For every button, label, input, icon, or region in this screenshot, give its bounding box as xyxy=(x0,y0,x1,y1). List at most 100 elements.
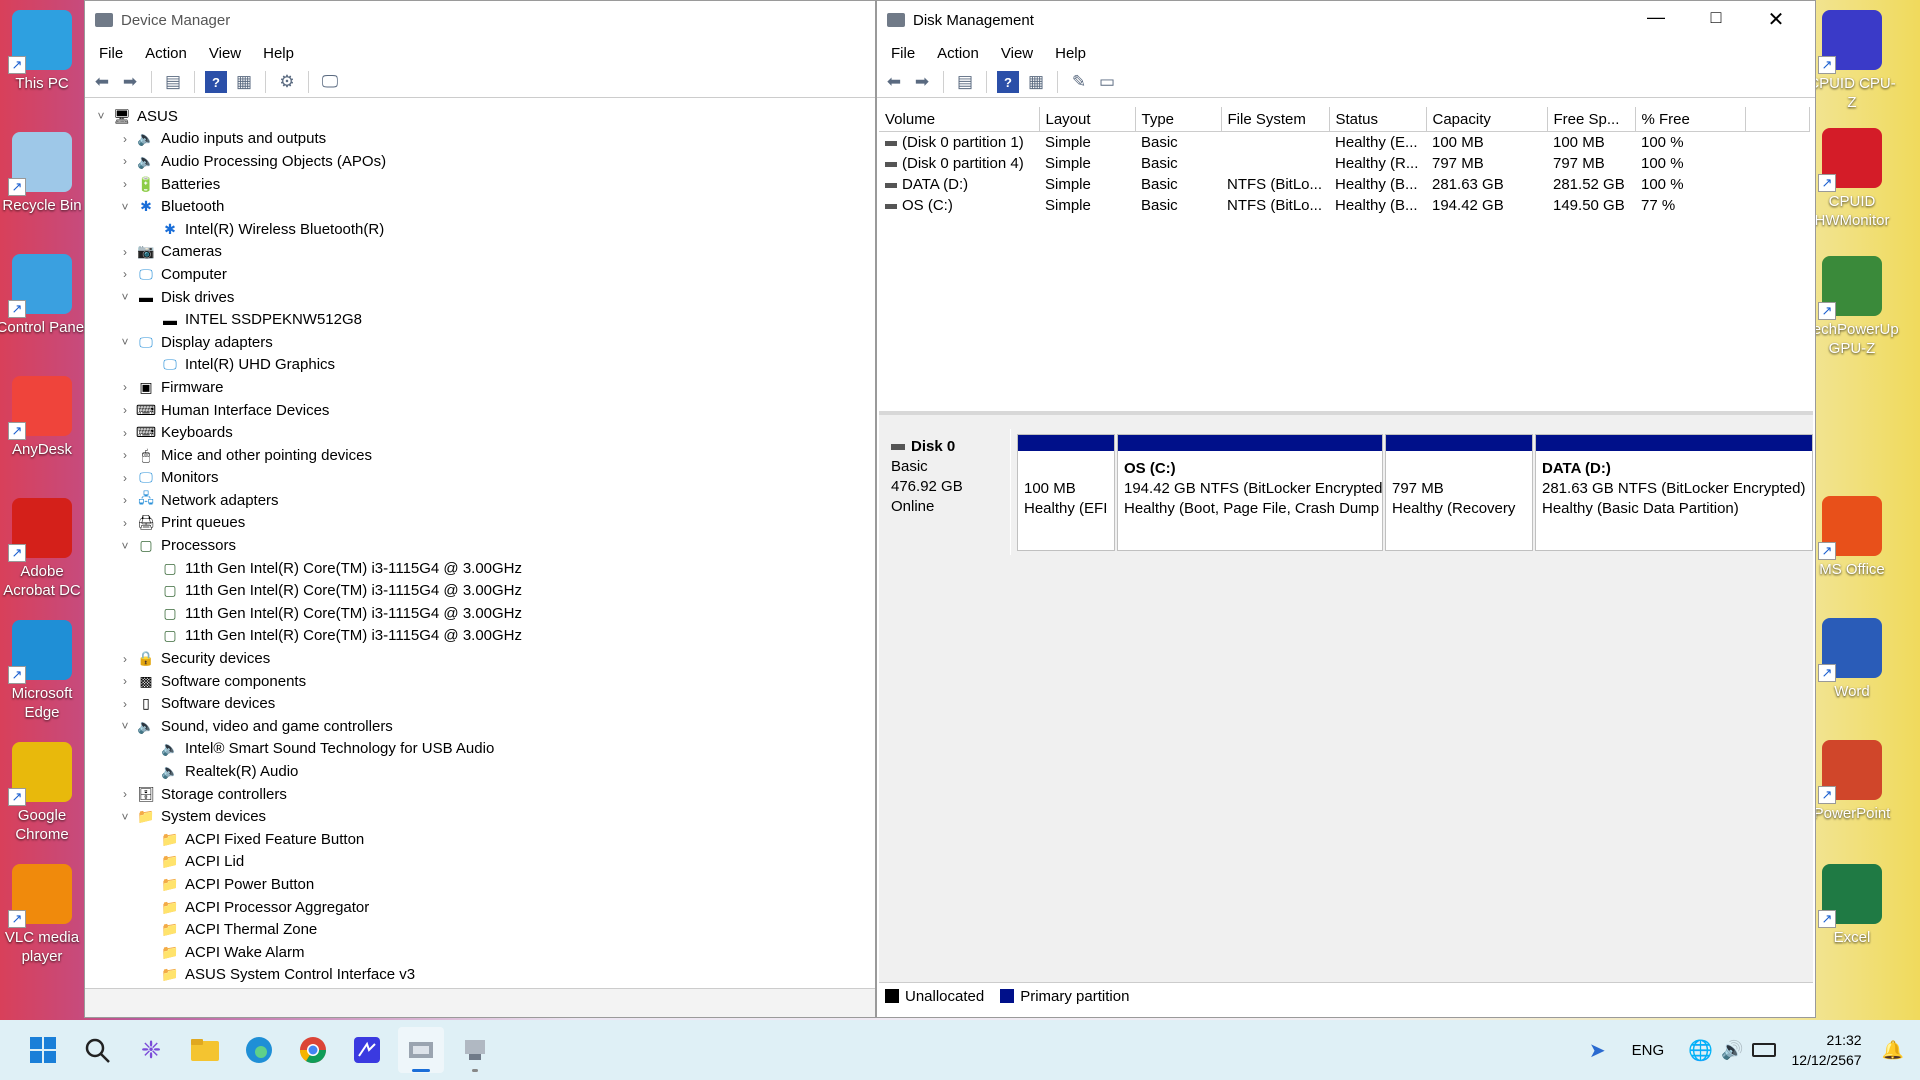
disk-management-titlebar[interactable]: Disk Management — □ ✕ xyxy=(877,1,1815,39)
partition-block[interactable]: OS (C:) 194.42 GB NTFS (BitLocker Encrypt… xyxy=(1117,434,1383,551)
search-icon[interactable] xyxy=(74,1027,120,1073)
desktop-icon[interactable]: ↗ VLC media player xyxy=(0,864,90,966)
desktop-icon[interactable]: ↗ This PC xyxy=(0,10,90,93)
volume-row[interactable]: (Disk 0 partition 1) Simple Basic Healthy (… xyxy=(879,132,1809,154)
chevron-right-icon[interactable]: › xyxy=(117,652,133,666)
chevron-right-icon[interactable]: › xyxy=(117,471,133,485)
back-arrow-icon[interactable]: ⬅ xyxy=(91,71,113,93)
tree-node[interactable]: ˅ ✱ Bluetooth xyxy=(93,195,869,218)
tree-node[interactable]: 📁 ACPI Lid xyxy=(93,851,869,874)
column-header[interactable]: Status xyxy=(1329,107,1427,132)
options-icon[interactable]: ▭ xyxy=(1096,71,1118,93)
tree-node[interactable]: › ⌨ Human Interface Devices xyxy=(93,399,869,422)
device-manager-titlebar[interactable]: Device Manager xyxy=(85,1,875,39)
close-button[interactable]: ✕ xyxy=(1753,7,1799,32)
tree-node[interactable]: ✱ Intel(R) Wireless Bluetooth(R) xyxy=(93,218,869,241)
menu-action[interactable]: Action xyxy=(135,45,199,62)
tree-node[interactable]: › ⌨ Keyboards xyxy=(93,421,869,444)
file-explorer-icon[interactable] xyxy=(182,1027,228,1073)
column-header[interactable]: Layout xyxy=(1039,107,1136,132)
menu-view[interactable]: View xyxy=(199,45,253,62)
desktop-icon[interactable]: ↗ Excel xyxy=(1804,864,1900,947)
chevron-down-icon[interactable]: ˅ xyxy=(117,539,133,553)
minimize-button[interactable]: — xyxy=(1633,7,1679,28)
forward-arrow-icon[interactable]: ➡ xyxy=(119,71,141,93)
chrome-icon[interactable] xyxy=(290,1027,336,1073)
desktop-icon[interactable]: ↗ Adobe Acrobat DC xyxy=(0,498,90,600)
tree-node[interactable]: › 🗄 Storage controllers xyxy=(93,783,869,806)
desktop-icon[interactable]: ↗ Word xyxy=(1804,618,1900,701)
desktop-icon[interactable]: ↗ Microsoft Edge xyxy=(0,620,90,722)
tree-node[interactable]: › 🔒 Security devices xyxy=(93,647,869,670)
menu-file[interactable]: File xyxy=(89,45,135,62)
volume-row[interactable]: OS (C:) Simple Basic NTFS (BitLo... Healthy … xyxy=(879,195,1809,216)
chevron-down-icon[interactable]: ˅ xyxy=(93,109,109,123)
desktop-icon[interactable]: ↗ Recycle Bin xyxy=(0,132,90,215)
tree-node[interactable]: › ▯ Software devices xyxy=(93,692,869,715)
column-header[interactable]: Type xyxy=(1135,107,1222,132)
maximize-button[interactable]: □ xyxy=(1693,7,1739,28)
chevron-right-icon[interactable]: › xyxy=(117,177,133,191)
partition-block[interactable]: 100 MB Healthy (EFI xyxy=(1017,434,1115,551)
chevron-right-icon[interactable]: › xyxy=(117,493,133,507)
network-icon[interactable]: 🌐 xyxy=(1688,1038,1713,1063)
update-driver-icon[interactable]: ⚙ xyxy=(276,71,298,93)
tree-node[interactable]: ▢ 11th Gen Intel(R) Core(TM) i3-1115G4 @ … xyxy=(93,579,869,602)
tree-node[interactable]: ˅ ▬ Disk drives xyxy=(93,286,869,309)
location-icon[interactable]: ➤ xyxy=(1589,1038,1606,1063)
forward-arrow-icon[interactable]: ➡ xyxy=(911,71,933,93)
tree-node[interactable]: ▢ 11th Gen Intel(R) Core(TM) i3-1115G4 @ … xyxy=(93,625,869,648)
edge-icon[interactable] xyxy=(236,1027,282,1073)
chevron-down-icon[interactable]: ˅ xyxy=(117,290,133,304)
tree-node[interactable]: › ▩ Software components xyxy=(93,670,869,693)
tree-node[interactable]: › 🖵 Computer xyxy=(93,263,869,286)
help-icon[interactable]: ? xyxy=(205,71,227,93)
volume-row[interactable]: (Disk 0 partition 4) Simple Basic Healthy (… xyxy=(879,153,1809,174)
desktop-icon[interactable]: ↗ Control Panel xyxy=(0,254,90,337)
tree-node[interactable]: 📁 ACPI Processor Aggregator xyxy=(93,896,869,919)
chevron-right-icon[interactable]: › xyxy=(117,245,133,259)
column-header[interactable]: Capacity xyxy=(1426,107,1548,132)
help-icon[interactable]: ? xyxy=(997,71,1019,93)
language-indicator[interactable]: ENG xyxy=(1632,1042,1665,1059)
tree-node[interactable]: › ▣ Firmware xyxy=(93,376,869,399)
chevron-down-icon[interactable]: ˅ xyxy=(117,810,133,824)
chevron-down-icon[interactable]: ˅ xyxy=(117,335,133,349)
tree-node[interactable]: › 🔋 Batteries xyxy=(93,173,869,196)
chevron-right-icon[interactable]: › xyxy=(117,426,133,440)
clock[interactable]: 21:32 12/12/2567 xyxy=(1792,1030,1862,1070)
chevron-right-icon[interactable]: › xyxy=(117,448,133,462)
chevron-right-icon[interactable]: › xyxy=(117,380,133,394)
properties-icon[interactable]: ▦ xyxy=(233,71,255,93)
chevron-right-icon[interactable]: › xyxy=(117,697,133,711)
start-button[interactable] xyxy=(20,1027,66,1073)
desktop-icon[interactable]: ↗ MS Office xyxy=(1804,496,1900,579)
tree-node[interactable]: › 🖧 Network adapters xyxy=(93,489,869,512)
menu-help[interactable]: Help xyxy=(1045,45,1098,62)
tree-node[interactable]: 📁 ACPI Fixed Feature Button xyxy=(93,828,869,851)
tree-node[interactable]: › 📷 Cameras xyxy=(93,241,869,264)
show-hide-console-tree-icon[interactable]: ▤ xyxy=(162,71,184,93)
tree-node[interactable]: ▬ INTEL SSDPEKNW512G8 xyxy=(93,308,869,331)
disk-management-taskbar-icon[interactable] xyxy=(452,1027,498,1073)
device-manager-taskbar-icon[interactable] xyxy=(398,1027,444,1073)
tree-node[interactable]: › 🔈 Audio inputs and outputs xyxy=(93,128,869,151)
tree-node[interactable]: ˅ ▢ Processors xyxy=(93,534,869,557)
chevron-right-icon[interactable]: › xyxy=(117,787,133,801)
menu-view[interactable]: View xyxy=(991,45,1045,62)
menu-help[interactable]: Help xyxy=(253,45,306,62)
desktop-icon[interactable]: ↗ AnyDesk xyxy=(0,376,90,459)
show-hide-console-tree-icon[interactable]: ▤ xyxy=(954,71,976,93)
remote-app-icon[interactable] xyxy=(344,1027,390,1073)
tree-node[interactable]: ˅ 🔈 Sound, video and game controllers xyxy=(93,715,869,738)
tree-node[interactable]: 🔈 Intel® Smart Sound Technology for USB A… xyxy=(93,738,869,761)
tree-node[interactable]: 📁 ACPI Wake Alarm xyxy=(93,941,869,964)
chevron-right-icon[interactable]: › xyxy=(117,132,133,146)
tree-node[interactable]: ˅ 🖥 ASUS xyxy=(93,105,869,128)
column-header[interactable]: Volume xyxy=(879,107,1040,132)
copilot-icon[interactable]: ❈ xyxy=(128,1027,174,1073)
column-header[interactable]: Free Sp... xyxy=(1547,107,1636,132)
tree-node[interactable]: ▢ 11th Gen Intel(R) Core(TM) i3-1115G4 @ … xyxy=(93,557,869,580)
partition-block[interactable]: DATA (D:) 281.63 GB NTFS (BitLocker Encry… xyxy=(1535,434,1813,551)
tree-node[interactable]: › 🔈 Audio Processing Objects (APOs) xyxy=(93,150,869,173)
